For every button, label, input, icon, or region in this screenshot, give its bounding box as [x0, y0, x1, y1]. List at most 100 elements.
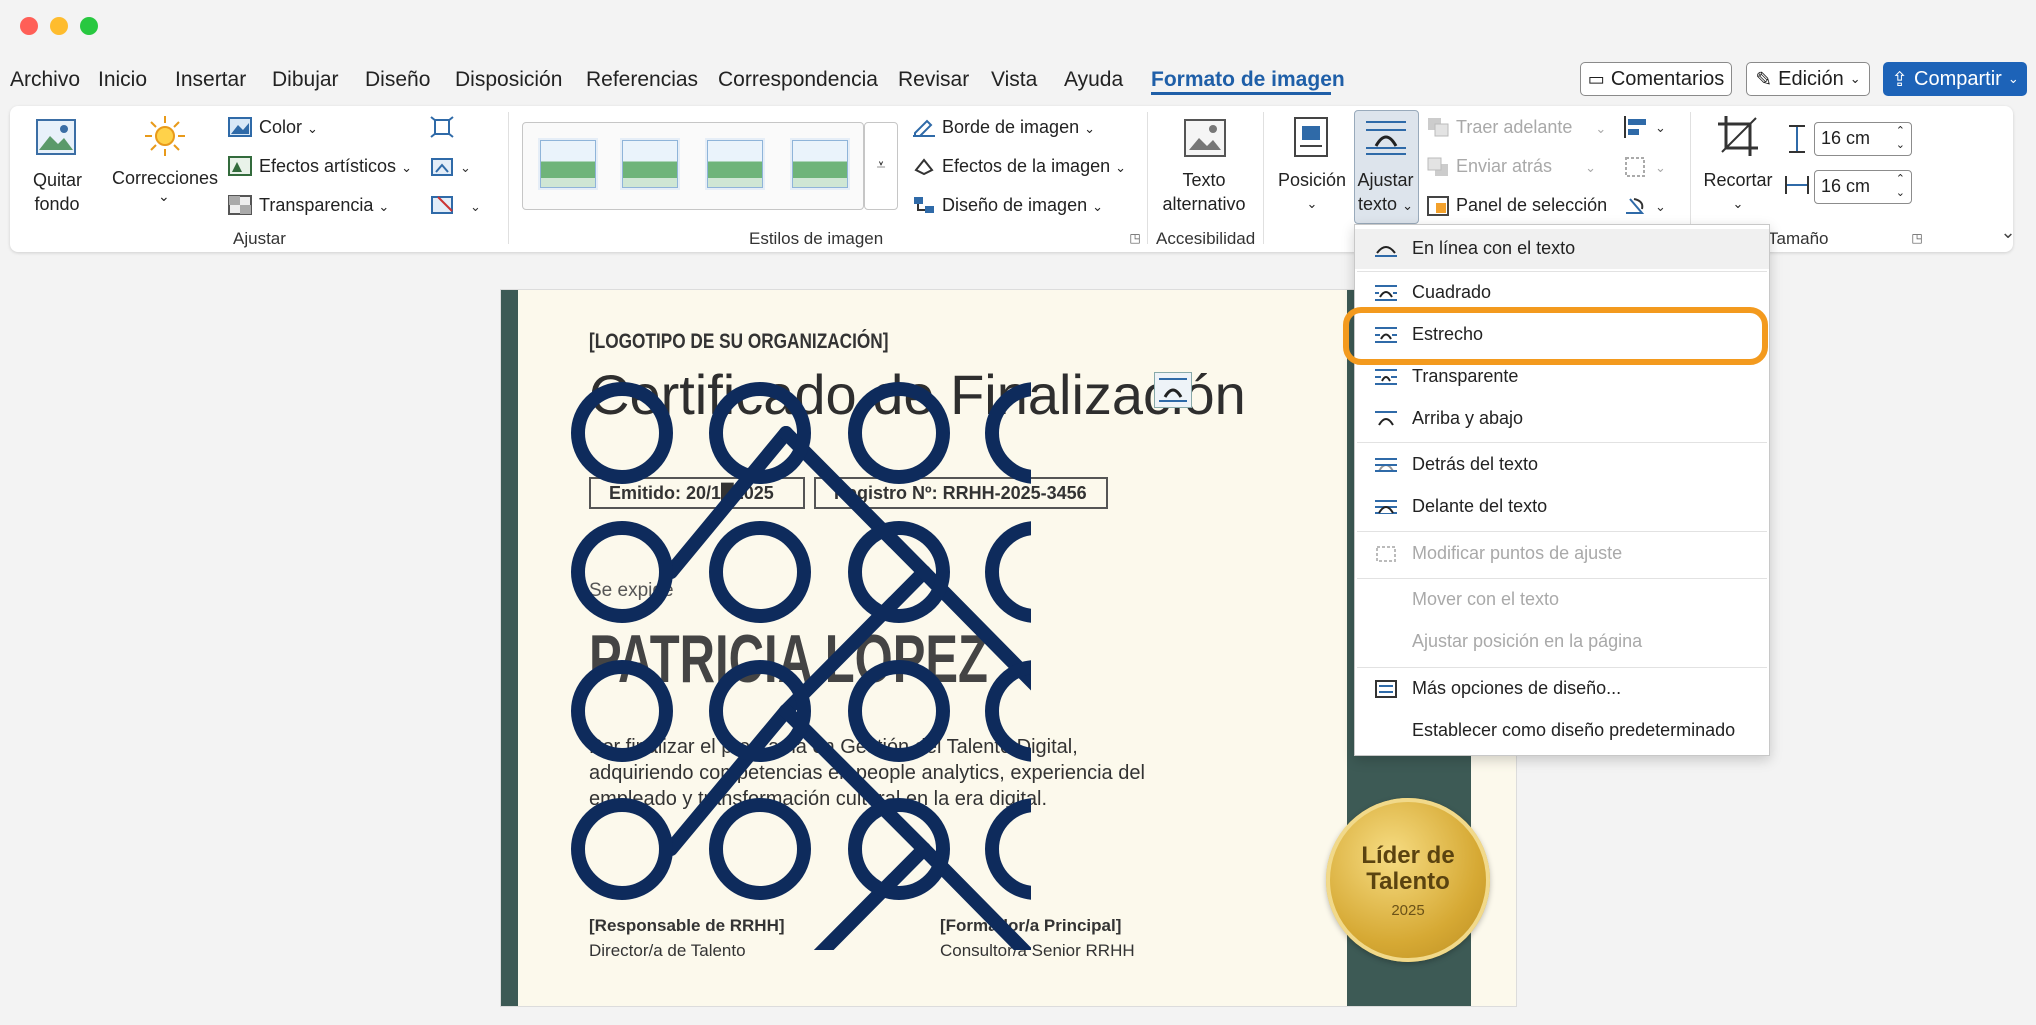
color-label: Color [259, 117, 303, 137]
selection-pane-button[interactable]: Panel de selección [1456, 195, 1607, 216]
group-label-picture-styles: Estilos de imagen [749, 229, 884, 248]
width-input[interactable]: 16 cm ⌃ ⌄ [1814, 170, 1912, 204]
crop-button[interactable]: Recortar ⌄ [1702, 168, 1774, 216]
ribbon-separator [1147, 112, 1148, 244]
picture-effects-label: Efectos de la imagen [942, 156, 1111, 176]
tab-archivo[interactable]: Archivo [10, 68, 80, 92]
tab-inicio[interactable]: Inicio [98, 68, 147, 92]
color-icon [228, 117, 252, 137]
height-icon [1786, 124, 1808, 154]
layout-options-icon[interactable] [1154, 372, 1192, 408]
menu-item-label: Delante del texto [1412, 496, 1548, 516]
chevron-down-icon: ⌄ [307, 121, 318, 136]
menu-item-more-layout-options[interactable]: Más opciones de diseño... [1355, 669, 1769, 709]
menu-item-set-as-default[interactable]: Establecer como diseño predeterminado [1355, 711, 1769, 751]
transparency-button[interactable]: Transparencia ⌄ [259, 195, 389, 216]
tab-formato-de-imagen[interactable]: Formato de imagen [1151, 68, 1345, 92]
crop-icon [1716, 114, 1760, 158]
seal-line-2: Talento [1366, 868, 1450, 895]
spinner-arrows-icon[interactable]: ⌃ ⌄ [1896, 172, 1905, 200]
editing-mode-button[interactable]: ✎ Edición ⌄ [1746, 62, 1870, 96]
collapse-ribbon-icon[interactable]: ⌄ [1998, 222, 2018, 242]
dialog-launcher-icon[interactable]: ◳ [1128, 231, 1142, 245]
send-backward-button[interactable]: Enviar atrás ⌄ [1456, 156, 1596, 177]
picture-style-2[interactable] [620, 138, 680, 190]
bring-forward-button[interactable]: Traer adelante ⌄ [1456, 117, 1606, 138]
menu-item-label: Transparente [1412, 366, 1519, 386]
gallery-more-button[interactable]: ⩡ [864, 122, 898, 210]
artistic-effects-button[interactable]: Efectos artísticos ⌄ [259, 156, 412, 177]
minimize-window-button[interactable] [50, 17, 68, 35]
alt-text-label-1: Texto [1182, 170, 1226, 190]
menu-item-label: Modificar puntos de ajuste [1412, 543, 1623, 563]
remove-background-button[interactable]: Quitar fondo [33, 168, 82, 216]
network-graphic[interactable] [561, 350, 1031, 950]
in-front-of-text-icon [1375, 500, 1397, 514]
menu-item-move-with-text[interactable]: Mover con el texto [1355, 580, 1769, 620]
menu-item-top-bottom[interactable]: Arriba y abajo [1355, 399, 1769, 439]
picture-style-4[interactable] [790, 138, 850, 190]
picture-layout-button[interactable]: Diseño de imagen ⌄ [942, 195, 1103, 216]
group-label-accessibility: Accesibilidad [1156, 229, 1256, 248]
crop-label: Recortar [1703, 170, 1773, 190]
tab-revisar[interactable]: Revisar [898, 68, 969, 92]
color-button[interactable]: Color ⌄ [259, 117, 318, 138]
menu-item-edit-wrap-points[interactable]: Modificar puntos de ajuste [1355, 534, 1769, 574]
editing-label: Edición [1778, 67, 1844, 90]
compress-pictures-icon[interactable] [430, 116, 454, 138]
tab-ayuda[interactable]: Ayuda [1064, 68, 1123, 92]
picture-effects-button[interactable]: Efectos de la imagen ⌄ [942, 156, 1126, 177]
spinner-arrows-icon[interactable]: ⌃ ⌄ [1896, 124, 1905, 152]
tab-correspondencia[interactable]: Correspondencia [718, 68, 878, 92]
close-window-button[interactable] [20, 17, 38, 35]
tab-disposicion[interactable]: Disposición [455, 68, 562, 92]
picture-style-1[interactable] [538, 138, 598, 190]
alt-text-button[interactable]: Texto alternativo [1151, 168, 1257, 216]
position-button[interactable]: Posición ⌄ [1276, 168, 1348, 216]
group-objects-icon[interactable]: ⌄ [1622, 154, 1668, 180]
tab-dibujar[interactable]: Dibujar [272, 68, 339, 92]
comments-label: Comentarios [1610, 67, 1725, 90]
corrections-button[interactable]: Correcciones [112, 168, 218, 189]
change-picture-icon[interactable]: ⌄ [430, 156, 470, 178]
svg-text:⌄: ⌄ [1655, 120, 1666, 135]
share-button[interactable]: ⇪ Compartir ⌄ [1883, 62, 2027, 96]
wrap-text-label-2: texto ⌄ [1354, 192, 1417, 218]
menu-item-in-front-of-text[interactable]: Delante del texto [1355, 487, 1769, 527]
share-icon: ⇪ [1891, 68, 1909, 91]
menu-separator [1357, 578, 1767, 579]
dialog-launcher-icon[interactable]: ◳ [1910, 231, 1924, 245]
chevron-down-icon: ⌄ [1585, 160, 1596, 175]
menu-item-fix-position[interactable]: Ajustar posición en la página [1355, 622, 1769, 662]
sun-icon [143, 114, 187, 158]
chevron-down-icon: ⌄ [1084, 121, 1096, 136]
height-input[interactable]: 16 cm ⌃ ⌄ [1814, 122, 1912, 156]
reset-picture-icon[interactable]: ⌄ [430, 193, 482, 217]
ribbon-separator [1263, 112, 1264, 244]
send-backward-icon [1426, 156, 1450, 178]
seal-badge: Líder de Talento 2025 [1326, 798, 1490, 962]
picture-border-button[interactable]: Borde de imagen ⌄ [942, 117, 1095, 138]
comments-button[interactable]: ▭ Comentarios [1580, 62, 1732, 96]
menu-item-inline[interactable]: En línea con el texto [1355, 229, 1769, 269]
maximize-window-button[interactable] [80, 17, 98, 35]
tab-referencias[interactable]: Referencias [586, 68, 698, 92]
menu-item-behind-text[interactable]: Detrás del texto [1355, 445, 1769, 485]
share-label: Compartir [1914, 67, 2002, 90]
tab-vista[interactable]: Vista [991, 68, 1037, 92]
menu-item-label: Cuadrado [1412, 282, 1492, 302]
tab-diseno[interactable]: Diseño [365, 68, 430, 92]
through-wrap-icon [1375, 369, 1397, 385]
behind-text-icon [1375, 458, 1397, 472]
seal-line-1: Líder de [1361, 842, 1455, 869]
menu-separator [1357, 442, 1767, 443]
picture-effects-icon [912, 156, 936, 176]
align-icon[interactable]: ⌄ [1622, 114, 1668, 140]
width-icon [1784, 172, 1810, 198]
picture-style-3[interactable] [705, 138, 765, 190]
alt-text-label-2: alternativo [1162, 194, 1246, 214]
tab-insertar[interactable]: Insertar [175, 68, 246, 92]
wrap-text-icon [1364, 116, 1408, 158]
rotate-icon[interactable]: ⌄ [1622, 193, 1668, 219]
chevron-down-icon: ⌄ [1402, 198, 1413, 213]
